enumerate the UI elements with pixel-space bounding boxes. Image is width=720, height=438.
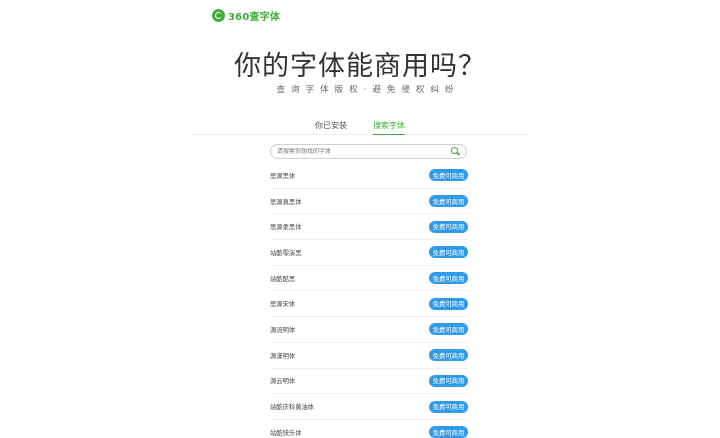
page-title: 你的字体能商用吗？ — [234, 51, 486, 82]
font-name[interactable]: 思源宋体 — [270, 299, 295, 308]
list-item: 思源柔黑体 免费可商用 — [270, 214, 468, 241]
free-commercial-button[interactable]: 免费可商用 — [429, 220, 468, 233]
list-item: 站酷庆科黄油体 免费可商用 — [270, 394, 468, 420]
free-commercial-button[interactable]: 免费可商用 — [429, 323, 468, 336]
list-item: 站酷零演黑 免费可商用 — [270, 240, 468, 266]
free-commercial-button[interactable]: 免费可商用 — [429, 349, 468, 362]
font-name[interactable]: 站酷庆科黄油体 — [270, 402, 314, 411]
font-name[interactable]: 源云明体 — [270, 376, 295, 385]
font-name[interactable]: 思源真黑体 — [270, 197, 301, 206]
free-commercial-button[interactable]: 免费可商用 — [429, 169, 468, 182]
free-commercial-button[interactable]: 免费可商用 — [429, 195, 468, 208]
list-item: 站酷快乐体 免费可商用 — [270, 420, 468, 438]
list-item: 源云明体 免费可商用 — [270, 369, 468, 395]
free-commercial-button[interactable]: 免费可商用 — [429, 400, 468, 413]
search-icon[interactable] — [451, 147, 460, 156]
font-name[interactable]: 站酷快乐体 — [270, 428, 301, 437]
tab-search-fonts[interactable]: 搜索字体 — [373, 116, 405, 135]
free-commercial-button[interactable]: 免费可商用 — [429, 426, 468, 438]
list-item: 思源宋体 免费可商用 — [270, 291, 468, 318]
list-item: 站酷酷黑 免费可商用 — [270, 266, 468, 292]
font-name[interactable]: 思源黑体 — [270, 171, 295, 180]
search-box — [270, 144, 467, 159]
free-commercial-button[interactable]: 免费可商用 — [429, 246, 468, 259]
page-subtitle: 查询字体版权·避免侵权纠纷 — [276, 85, 460, 95]
free-commercial-button[interactable]: 免费可商用 — [429, 272, 468, 285]
list-item: 源漾明体 免费可商用 — [270, 343, 468, 369]
free-commercial-button[interactable]: 免费可商用 — [429, 374, 468, 387]
free-commercial-button[interactable]: 免费可商用 — [429, 297, 468, 310]
list-item: 思源黑体 免费可商用 — [270, 163, 468, 189]
font-name[interactable]: 源漾明体 — [270, 351, 295, 360]
logo-text: 360查字体 — [228, 11, 281, 23]
font-list: 思源黑体 免费可商用 思源真黑体 免费可商用 思源柔黑体 免费可商用 站酷零演黑… — [270, 163, 468, 438]
logo-mark-icon — [212, 8, 225, 22]
font-name[interactable]: 思源柔黑体 — [270, 222, 301, 231]
list-item: 源流明体 免费可商用 — [270, 317, 468, 343]
font-name[interactable]: 源流明体 — [270, 325, 295, 334]
font-name[interactable]: 站酷零演黑 — [270, 248, 301, 257]
list-item: 思源真黑体 免费可商用 — [270, 189, 468, 215]
logo[interactable]: 360查字体 — [212, 8, 281, 23]
font-name[interactable]: 站酷酷黑 — [270, 274, 295, 283]
tab-bar: 你已安装 搜索字体 — [192, 116, 528, 135]
search-input[interactable] — [277, 148, 451, 155]
tab-installed[interactable]: 你已安装 — [315, 116, 347, 135]
